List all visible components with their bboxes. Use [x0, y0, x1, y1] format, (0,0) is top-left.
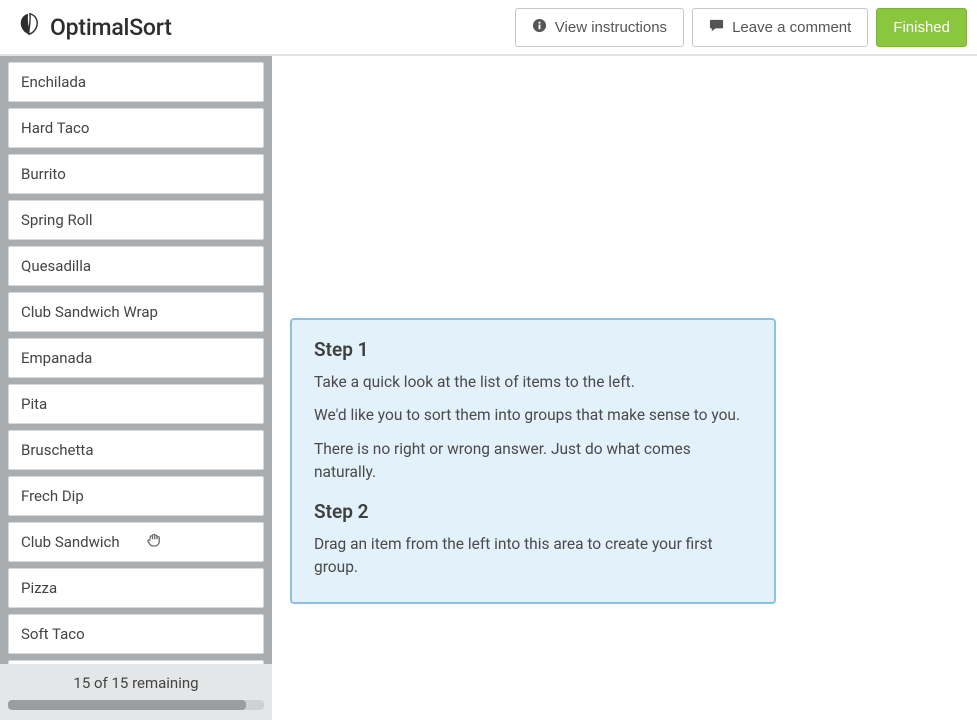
card-list: Enchilada Hard Taco Burrito Spring Roll … [0, 62, 272, 664]
scrollbar[interactable] [8, 700, 264, 710]
card-spring-roll[interactable]: Spring Roll [8, 200, 264, 240]
step1-title: Step 1 [314, 338, 752, 361]
leave-comment-label: Leave a comment [732, 19, 851, 36]
card-empanada[interactable]: Empanada [8, 338, 264, 378]
card-quesadilla[interactable]: Quesadilla [8, 246, 264, 286]
grab-cursor-icon [145, 531, 163, 553]
card-label: Pita [21, 395, 47, 413]
instructions-panel: Step 1 Take a quick look at the list of … [290, 318, 776, 604]
step1-text-2: We'd like you to sort them into groups t… [314, 404, 752, 427]
card-hard-taco[interactable]: Hard Taco [8, 108, 264, 148]
step2-text-1: Drag an item from the left into this are… [314, 533, 752, 580]
header-actions: View instructions Leave a comment Finish… [515, 8, 967, 47]
body: Enchilada Hard Taco Burrito Spring Roll … [0, 56, 977, 720]
info-icon [532, 18, 547, 37]
card-enchilada[interactable]: Enchilada [8, 62, 264, 102]
card-label: Frech Dip [21, 487, 84, 505]
card-frech-dip[interactable]: Frech Dip [8, 476, 264, 516]
scrollbar-thumb[interactable] [8, 700, 246, 710]
step1-text-3: There is no right or wrong answer. Just … [314, 438, 752, 485]
drop-canvas[interactable]: Step 1 Take a quick look at the list of … [272, 56, 977, 720]
leaf-logo-icon [14, 10, 44, 44]
finished-label: Finished [893, 19, 950, 36]
brand: OptimalSort [14, 10, 172, 44]
finished-button[interactable]: Finished [876, 8, 967, 47]
view-instructions-button[interactable]: View instructions [515, 8, 684, 47]
card-label: Burrito [21, 165, 66, 183]
card-club-sandwich-wrap[interactable]: Club Sandwich Wrap [8, 292, 264, 332]
remaining-count: 15 of 15 remaining [0, 674, 272, 692]
card-label: Enchilada [21, 73, 86, 91]
card-label: Club Sandwich [21, 533, 120, 551]
leave-comment-button[interactable]: Leave a comment [692, 8, 868, 47]
card-label: Quesadilla [21, 257, 91, 275]
card-pita[interactable]: Pita [8, 384, 264, 424]
card-label: Club Sandwich Wrap [21, 303, 158, 321]
sidebar-footer: 15 of 15 remaining [0, 664, 272, 720]
card-pizza[interactable]: Pizza [8, 568, 264, 608]
step1-text-1: Take a quick look at the list of items t… [314, 371, 752, 394]
comment-icon [709, 18, 724, 37]
view-instructions-label: View instructions [555, 19, 667, 36]
card-label: Spring Roll [21, 211, 93, 229]
card-label: Hard Taco [21, 119, 89, 137]
card-label: Bruschetta [21, 441, 93, 459]
card-label: Soft Taco [21, 625, 85, 643]
step2-title: Step 2 [314, 500, 752, 523]
card-hot-dog[interactable]: Hot Dog [8, 660, 264, 664]
card-label: Pizza [21, 579, 57, 597]
card-soft-taco[interactable]: Soft Taco [8, 614, 264, 654]
brand-name: OptimalSort [50, 14, 172, 41]
card-label: Empanada [21, 349, 92, 367]
card-club-sandwich[interactable]: Club Sandwich [8, 522, 264, 562]
card-bruschetta[interactable]: Bruschetta [8, 430, 264, 470]
sidebar: Enchilada Hard Taco Burrito Spring Roll … [0, 56, 272, 720]
header: OptimalSort View instructions Leave a co… [0, 0, 977, 56]
card-burrito[interactable]: Burrito [8, 154, 264, 194]
